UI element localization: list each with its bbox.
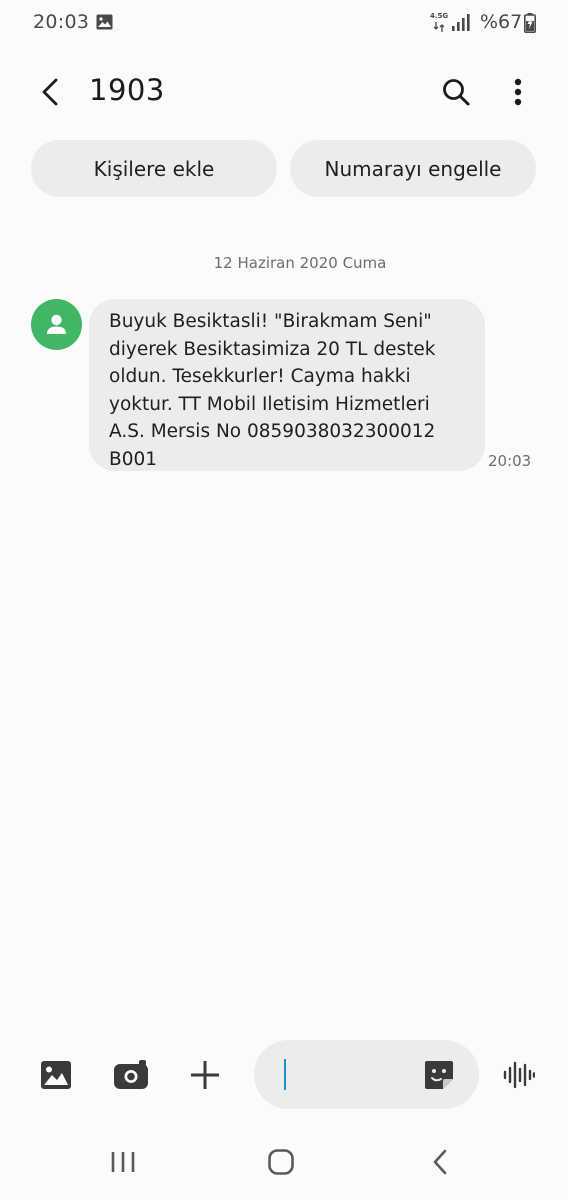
messages-screen: 20:03 4.5G %67 1903 Kişilere ekle Numara…: [0, 0, 568, 1200]
system-back-button[interactable]: [416, 1140, 464, 1184]
plus-icon: [191, 1061, 219, 1089]
message-bubble[interactable]: Buyuk Besiktasli! "Birakmam Seni" diyere…: [89, 299, 485, 471]
add-attachment-button[interactable]: [183, 1053, 227, 1097]
person-icon: [47, 314, 66, 334]
more-options-button[interactable]: [496, 68, 540, 116]
message-time: 20:03: [488, 452, 532, 470]
voice-record-button[interactable]: [497, 1053, 541, 1097]
back-icon: [433, 1149, 447, 1175]
more-vertical-icon: [514, 78, 522, 106]
message-text: Buyuk Besiktasli! "Birakmam Seni" diyere…: [109, 311, 436, 470]
status-time: 20:03: [33, 11, 90, 33]
signal-icon: [452, 14, 470, 31]
battery-percent: %67: [480, 11, 523, 33]
block-number-button[interactable]: Numarayı engelle: [290, 140, 536, 197]
date-separator: 12 Haziran 2020 Cuma: [213, 254, 387, 272]
network-type: 4.5G: [430, 12, 449, 20]
navigation-bar: [0, 1126, 568, 1200]
search-icon: [443, 79, 470, 106]
network-icon: 4.5G: [430, 12, 450, 34]
battery-charging-icon: [524, 13, 536, 33]
recents-icon: [111, 1152, 135, 1172]
text-caret: [284, 1059, 286, 1090]
home-icon: [268, 1149, 294, 1175]
gallery-icon: [96, 14, 113, 30]
gallery-button[interactable]: [34, 1053, 78, 1097]
camera-button[interactable]: [109, 1053, 153, 1097]
search-button[interactable]: [434, 68, 478, 116]
image-icon: [41, 1061, 71, 1089]
app-bar: 1903: [0, 60, 568, 124]
recents-button[interactable]: [99, 1140, 147, 1184]
home-button[interactable]: [257, 1140, 305, 1184]
back-arrow-icon: [42, 78, 58, 106]
avatar[interactable]: [31, 299, 82, 350]
voice-wave-icon: [503, 1061, 535, 1089]
add-to-contacts-button[interactable]: Kişilere ekle: [31, 140, 277, 197]
back-button[interactable]: [28, 68, 72, 116]
camera-icon: [114, 1060, 148, 1089]
sticker-button[interactable]: [420, 1056, 458, 1094]
contact-title: 1903: [89, 73, 165, 107]
sticker-icon: [425, 1061, 453, 1089]
message-input[interactable]: [254, 1040, 479, 1109]
status-bar: 20:03 4.5G %67: [0, 0, 568, 46]
